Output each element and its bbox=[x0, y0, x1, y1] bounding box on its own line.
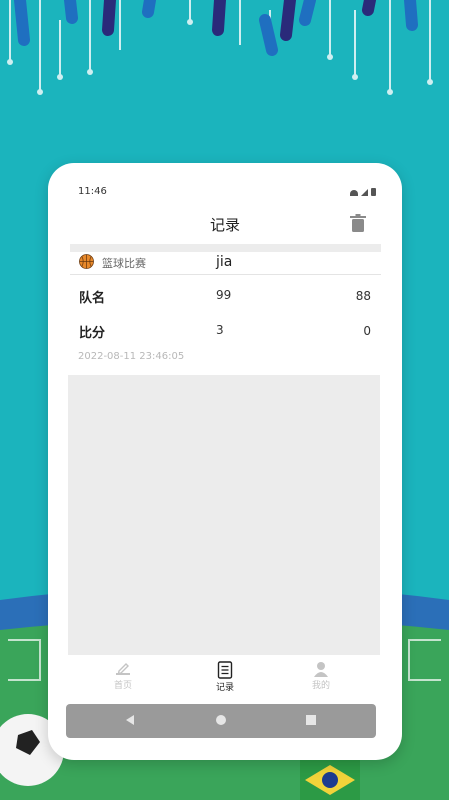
team-b-name: 88 bbox=[355, 289, 371, 303]
system-navigation-bar bbox=[66, 704, 376, 738]
game-header-row: 篮球比赛 jia bbox=[70, 252, 381, 275]
score-label: 比分 bbox=[79, 326, 106, 341]
header: 记录 bbox=[48, 207, 402, 239]
team-name-label: 队名 bbox=[79, 291, 106, 306]
home-icon[interactable] bbox=[215, 714, 227, 726]
battery-icon bbox=[371, 188, 376, 196]
tab-profile[interactable]: 我的 bbox=[291, 659, 351, 697]
divider-strip bbox=[70, 244, 381, 252]
status-time: 11:46 bbox=[78, 186, 107, 197]
edit-icon bbox=[116, 663, 130, 675]
empty-content-area bbox=[68, 375, 380, 655]
decorative-circuit-pattern bbox=[7, 0, 433, 95]
record-timestamp: 2022-08-11 23:46:05 bbox=[78, 351, 185, 362]
team-a-score: 3 bbox=[216, 323, 224, 337]
recents-icon[interactable] bbox=[305, 714, 317, 726]
team-a-name: 99 bbox=[216, 288, 232, 302]
game-type-label: 篮球比赛 bbox=[102, 257, 146, 270]
trash-icon[interactable] bbox=[350, 214, 366, 232]
bottom-tab-bar: 首页 记录 我的 bbox=[48, 659, 402, 697]
tab-home[interactable]: 首页 bbox=[93, 659, 153, 697]
signal-icon bbox=[361, 189, 368, 196]
tab-records[interactable]: 记录 bbox=[195, 659, 255, 697]
team-b-score: 0 bbox=[363, 324, 371, 338]
list-icon bbox=[217, 661, 233, 679]
tab-records-label: 记录 bbox=[215, 683, 234, 693]
tab-home-label: 首页 bbox=[113, 681, 132, 691]
page-title: 记录 bbox=[209, 216, 240, 234]
status-bar: 11:46 bbox=[48, 163, 402, 203]
status-icons bbox=[350, 188, 376, 196]
user-icon bbox=[314, 662, 328, 677]
tab-profile-label: 我的 bbox=[311, 681, 330, 691]
back-icon[interactable] bbox=[124, 714, 136, 726]
phone-screen-card: 11:46 记录 篮球比赛 jia 队名 99 88 比分 3 0 2022-0… bbox=[48, 163, 402, 760]
wifi-icon bbox=[350, 190, 358, 196]
basketball-icon bbox=[79, 254, 94, 269]
game-name: jia bbox=[216, 254, 233, 270]
